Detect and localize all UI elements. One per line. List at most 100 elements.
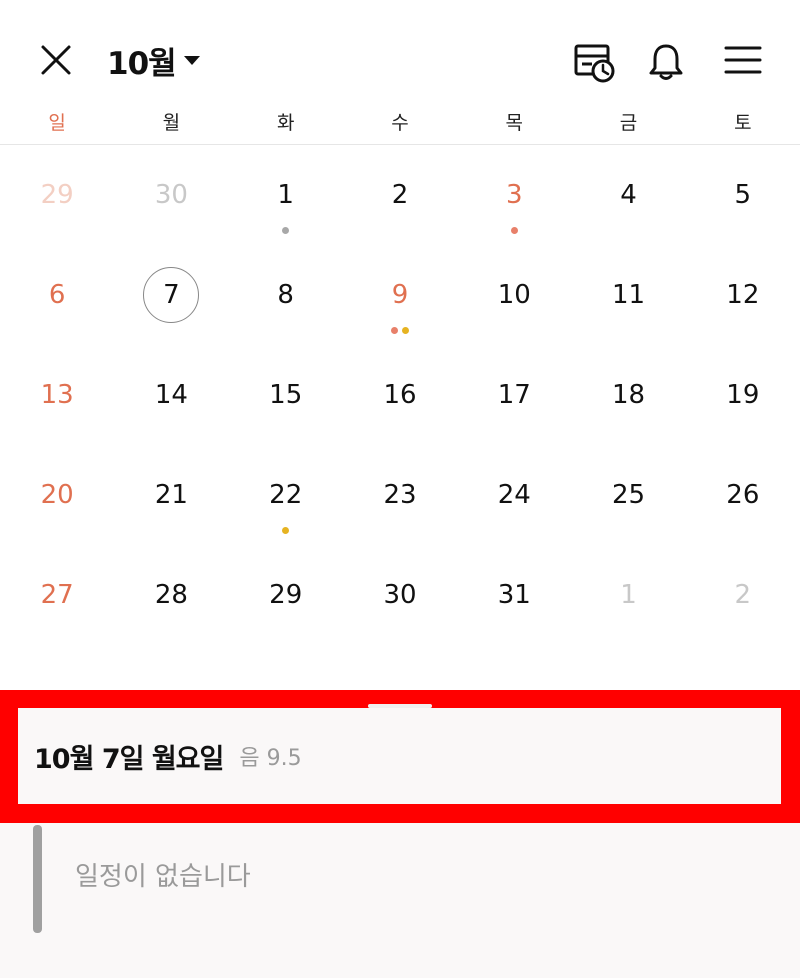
calendar-day[interactable]: 17: [457, 345, 571, 445]
calendar-day[interactable]: 1: [229, 145, 343, 245]
calendar-day[interactable]: 21: [114, 445, 228, 545]
day-number: 18: [612, 380, 646, 410]
calendar-day[interactable]: 30: [343, 545, 457, 645]
day-number: 25: [612, 480, 646, 510]
calendar-day[interactable]: 23: [343, 445, 457, 545]
calendar-day[interactable]: 10: [457, 245, 571, 345]
calendar-grid: 29 30 1 2 3 4 5 6 7 8 9 10 11 12 13 14 15 16 17 18 19 20 21 22 2…: [0, 145, 800, 645]
day-number: 12: [726, 280, 760, 310]
day-number: 28: [154, 580, 188, 610]
close-button[interactable]: [36, 40, 76, 80]
day-number: 10: [497, 280, 531, 310]
calendar-day[interactable]: 30: [114, 145, 228, 245]
calendar-day[interactable]: 22: [229, 445, 343, 545]
day-number: 11: [612, 280, 646, 310]
caret-down-icon: [183, 55, 200, 65]
calendar-week-row: 13 14 15 16 17 18 19: [0, 345, 800, 445]
day-number: 1: [620, 580, 637, 610]
close-icon: [41, 45, 71, 75]
calendar-week-row: 6 7 8 9 10 11 12: [0, 245, 800, 345]
day-number: 20: [40, 480, 74, 510]
day-number: 16: [383, 380, 417, 410]
calendar-day[interactable]: 4: [571, 145, 685, 245]
day-number: 17: [497, 380, 531, 410]
month-selector[interactable]: 10월: [107, 40, 200, 82]
selected-date-header[interactable]: 10월 7일 월요일 음 9.5: [18, 708, 781, 804]
day-number: 23: [383, 480, 417, 510]
weekday-wed: 수: [391, 112, 409, 134]
calendar-day[interactable]: 26: [686, 445, 800, 545]
event-dot: [282, 227, 290, 234]
day-number: 26: [726, 480, 760, 510]
weekday-fri: 금: [619, 112, 638, 134]
calendar-day[interactable]: 20: [0, 445, 114, 545]
calendar-day[interactable]: 1: [571, 545, 685, 645]
top-bar: 10월: [0, 0, 800, 100]
day-number: 3: [505, 180, 523, 210]
event-dot: [510, 227, 518, 234]
weekday-header: 일 월 화 수 목 금 토: [0, 103, 800, 143]
day-number: 2: [734, 580, 752, 610]
calendar-day[interactable]: 5: [686, 145, 800, 245]
day-number: 7: [163, 280, 180, 310]
day-number: 1: [277, 180, 294, 210]
calendar-day[interactable]: 27: [0, 545, 114, 645]
day-number: 29: [40, 180, 74, 210]
day-number: 15: [269, 380, 303, 410]
calendar-day[interactable]: 29: [229, 545, 343, 645]
event-dots: [343, 327, 457, 334]
day-number: 19: [726, 380, 760, 410]
event-dots: [457, 227, 571, 234]
event-list-item[interactable]: 일정이 없습니다: [0, 823, 800, 935]
calendar-day[interactable]: 6: [0, 245, 114, 345]
calendar-day[interactable]: 18: [571, 345, 685, 445]
calendar-day[interactable]: 14: [114, 345, 228, 445]
calendar-day[interactable]: 29: [0, 145, 114, 245]
day-number: 29: [269, 580, 303, 610]
notifications-button[interactable]: [642, 38, 690, 86]
day-number: 14: [154, 380, 188, 410]
weekday-sat: 토: [734, 112, 752, 134]
day-number: 8: [277, 280, 294, 310]
calendar-week-row: 20 21 22 23 24 25 26: [0, 445, 800, 545]
weekday-thu: 목: [505, 112, 523, 134]
day-number: 2: [391, 180, 409, 210]
day-number: 13: [40, 380, 74, 410]
calendar-day[interactable]: 11: [571, 245, 685, 345]
calendar-day[interactable]: 19: [686, 345, 800, 445]
event-dot: [401, 327, 409, 334]
schedule-history-button[interactable]: [570, 38, 618, 86]
event-color-bar: [33, 825, 42, 933]
weekday-mon: 월: [162, 112, 181, 134]
day-number: 6: [48, 280, 66, 310]
day-number: 30: [154, 180, 188, 210]
calendar-day[interactable]: 31: [457, 545, 571, 645]
day-number: 9: [391, 280, 409, 310]
event-dots: [229, 227, 343, 234]
calendar-day[interactable]: 2: [686, 545, 800, 645]
calendar-day[interactable]: 2: [343, 145, 457, 245]
calendar-day[interactable]: 3: [457, 145, 571, 245]
calendar-day-today[interactable]: 7: [114, 245, 228, 345]
calendar-day[interactable]: 24: [457, 445, 571, 545]
calendar-clock-icon: [574, 44, 615, 83]
calendar-day[interactable]: 12: [686, 245, 800, 345]
calendar-day[interactable]: 16: [343, 345, 457, 445]
lunar-date: 음 9.5: [239, 746, 302, 771]
calendar-day[interactable]: 8: [229, 245, 343, 345]
calendar-day[interactable]: 13: [0, 345, 114, 445]
calendar-week-row: 29 30 1 2 3 4 5: [0, 145, 800, 245]
calendar-day[interactable]: 25: [571, 445, 685, 545]
menu-button[interactable]: [720, 38, 768, 86]
calendar-day[interactable]: 28: [114, 545, 228, 645]
month-label: 10월: [107, 45, 177, 82]
day-number: 27: [40, 580, 74, 610]
bell-icon: [649, 44, 683, 80]
calendar-day[interactable]: 9: [343, 245, 457, 345]
day-number: 21: [154, 480, 188, 510]
calendar-day[interactable]: 15: [229, 345, 343, 445]
hamburger-menu-icon: [724, 46, 762, 74]
day-number: 5: [734, 180, 752, 210]
event-dots: [229, 527, 343, 534]
empty-events-text: 일정이 없습니다: [75, 862, 251, 892]
